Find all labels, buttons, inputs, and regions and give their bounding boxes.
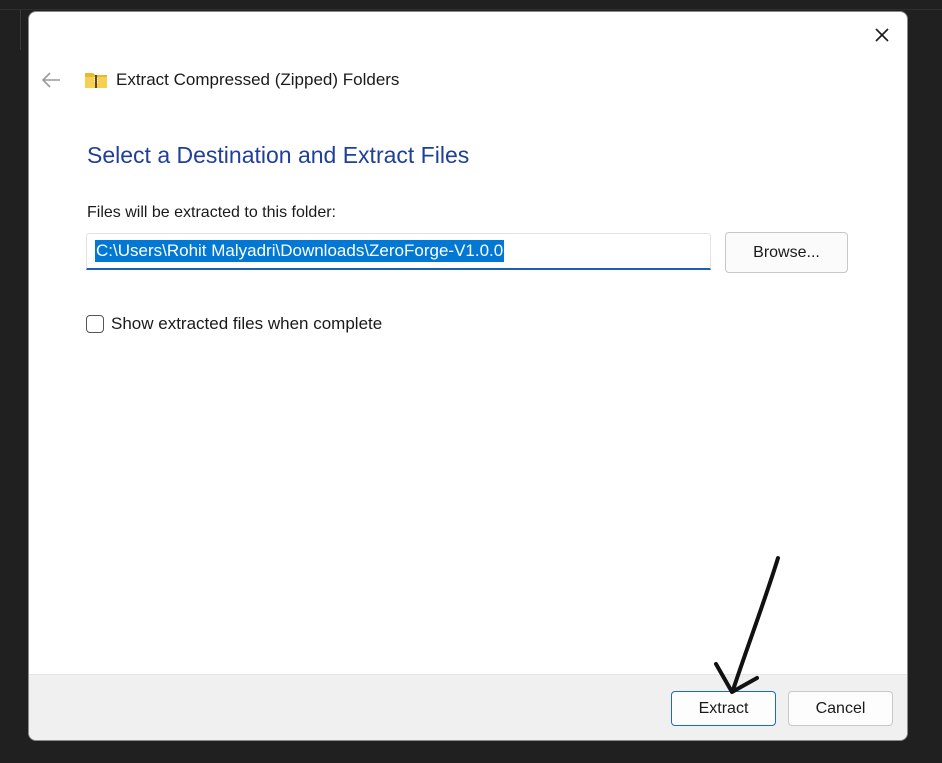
- extract-button[interactable]: Extract: [671, 691, 776, 726]
- show-files-checkbox[interactable]: [86, 315, 104, 333]
- close-button[interactable]: [867, 20, 897, 50]
- back-arrow-icon: [41, 72, 60, 88]
- extract-dialog: Extract Compressed (Zipped) Folders Sele…: [28, 11, 908, 741]
- close-icon: [875, 28, 889, 42]
- back-button[interactable]: [37, 66, 65, 94]
- destination-path-text: C:\Users\Rohit Malyadri\Downloads\ZeroFo…: [95, 240, 505, 262]
- destination-path-input[interactable]: C:\Users\Rohit Malyadri\Downloads\ZeroFo…: [86, 233, 711, 270]
- wizard-title: Extract Compressed (Zipped) Folders: [116, 70, 400, 89]
- destination-label: Files will be extracted to this folder:: [87, 204, 336, 221]
- show-files-checkbox-label: Show extracted files when complete: [111, 314, 383, 333]
- zip-folder-icon: [85, 73, 107, 88]
- page-heading: Select a Destination and Extract Files: [87, 142, 470, 168]
- show-files-option[interactable]: Show extracted files when complete: [86, 314, 382, 334]
- backdrop-edge: [20, 10, 21, 50]
- backdrop-divider: [0, 9, 942, 10]
- cancel-button[interactable]: Cancel: [788, 691, 893, 726]
- browse-button[interactable]: Browse...: [725, 232, 848, 273]
